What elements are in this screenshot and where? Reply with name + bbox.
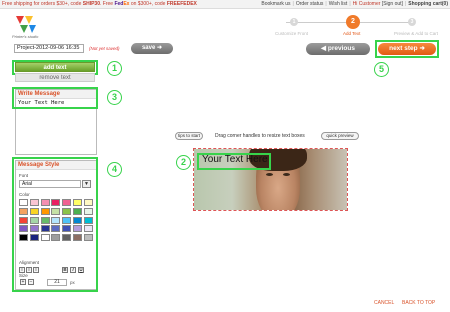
quick-preview-button[interactable]: quick preview [321, 132, 359, 140]
arrow-right-icon: ➜ [157, 45, 163, 51]
promo-banner: Free shipping for orders $30+, code SHIP… [2, 1, 197, 7]
customer-greeting: Hi Customer [352, 1, 381, 7]
resize-hint: Drag corner handles to resize text boxes [215, 133, 305, 139]
callout-1: 1 [107, 61, 122, 76]
eye-left [266, 173, 273, 176]
step-3-label: Preview & Add to Cart [394, 31, 439, 36]
wish-list-link[interactable]: Wish list [329, 1, 348, 7]
callout-5: 5 [374, 62, 389, 77]
promo-code-fedex: FREEFEDEX [166, 1, 197, 7]
step-1-dot: 1 [290, 18, 298, 26]
promo-text: Free shipping for orders $30+, code [2, 1, 83, 7]
add-text-button[interactable]: add text [15, 62, 95, 72]
save-button[interactable]: save ➜ [131, 43, 173, 54]
back-to-top-link[interactable]: BACK TO TOP [402, 300, 435, 306]
arrow-right-icon: ➜ [419, 45, 425, 52]
promo-code-ship: SHIP30 [82, 1, 100, 7]
callout-highlight-canvas [197, 153, 271, 170]
step-3-dot: 3 [408, 18, 416, 26]
account-links: Bookmark us | Order status | Wish list | Hi Cu… [261, 1, 448, 7]
cancel-link[interactable]: CANCEL [374, 300, 394, 306]
callout-highlight-write [12, 87, 98, 109]
top-bar: Free shipping for orders $30+, code SHIP… [0, 0, 450, 9]
tips-button[interactable]: tips to start [175, 132, 203, 140]
save-status: (Not yet saved) [89, 46, 120, 51]
bookmark-link[interactable]: Bookmark us [261, 1, 290, 7]
callout-3: 3 [107, 90, 122, 105]
step-1-label: Customize Front [275, 31, 309, 36]
fedex-logo: FedEx [114, 1, 130, 7]
sign-out-link[interactable]: [Sign out] [382, 1, 403, 7]
eye-right [283, 173, 290, 176]
promo-text-mid: . Free [99, 1, 115, 7]
step-2-label: Add Text [343, 31, 361, 36]
logo[interactable] [12, 14, 38, 36]
order-status-link[interactable]: Order status [296, 1, 324, 7]
shopping-cart-link[interactable]: Shopping cart(0) [408, 1, 448, 7]
progress-steps: 1 Customize Front 2 Add Text 3 Preview &… [262, 13, 442, 39]
project-name-input[interactable]: Project-2012-09-06 16:35 [14, 44, 84, 53]
callout-2: 2 [176, 155, 191, 170]
previous-button[interactable]: ◀ previous [306, 43, 370, 55]
logo-text: Printer's studio [12, 34, 39, 39]
next-step-button[interactable]: next step ➜ [378, 43, 436, 55]
promo-text-suffix: on $300+, code [129, 1, 167, 7]
step-2-dot: 2 [346, 15, 360, 29]
remove-text-button[interactable]: remove text [15, 73, 95, 82]
arrow-left-icon: ◀ [321, 45, 327, 52]
callout-highlight-style [12, 157, 98, 292]
callout-4: 4 [107, 162, 122, 177]
